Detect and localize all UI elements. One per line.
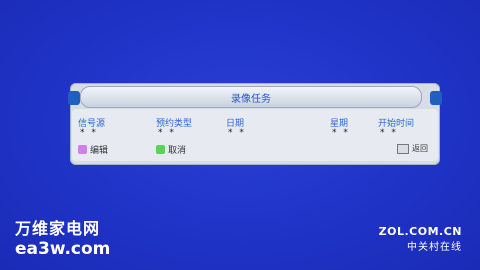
dialog-left-tab <box>68 91 80 105</box>
value-booking-type: * * <box>158 128 176 138</box>
dialog-right-tab <box>430 91 442 105</box>
value-start-time: * * <box>380 128 398 138</box>
edit-button[interactable]: 编辑 <box>78 143 108 156</box>
value-weekday: * * <box>332 128 350 138</box>
record-task-table: 信号源 预约类型 日期 星期 开始时间 * * * * * * * * * * … <box>72 109 438 161</box>
value-date: * * <box>228 128 246 138</box>
watermark-left-cn: 万维家电网 <box>15 219 101 238</box>
remote-icon <box>397 143 409 154</box>
value-signal-source: * * <box>80 128 98 138</box>
back-button[interactable]: 返回 <box>397 143 428 154</box>
watermark-left-en: ea3w.com <box>15 239 111 259</box>
record-task-dialog: 录像任务 信号源 预约类型 日期 星期 开始时间 * * * * * * * *… <box>68 83 442 165</box>
watermark-left: 万维家电网 ea3w.com <box>15 215 110 259</box>
cancel-button[interactable]: 取消 <box>156 143 186 156</box>
watermark-right-bottom: 中关村在线 <box>407 242 462 253</box>
back-label: 返回 <box>412 144 428 153</box>
edit-label: 编辑 <box>90 146 109 156</box>
edit-color-key-icon <box>78 145 87 154</box>
dialog-title-text: 录像任务 <box>231 93 271 105</box>
cancel-label: 取消 <box>168 146 187 156</box>
cancel-color-key-icon <box>156 145 165 154</box>
watermark-right-top: ZOL.COM.CN <box>378 225 462 238</box>
watermark-right: ZOL.COM.CN 中关村在线 <box>379 225 462 253</box>
dialog-title: 录像任务 <box>80 86 422 108</box>
